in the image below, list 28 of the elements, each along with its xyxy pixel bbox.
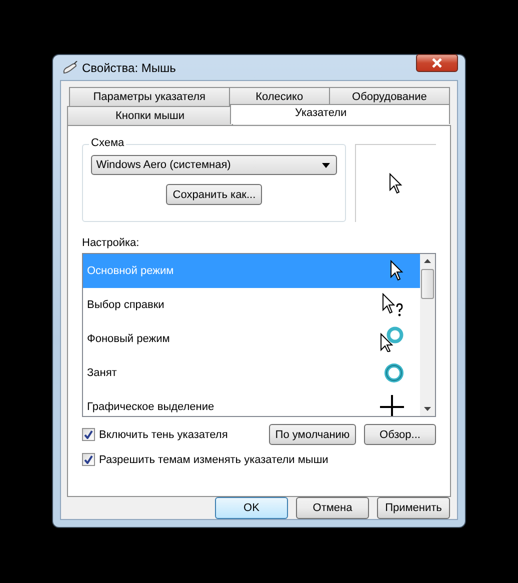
dialog-button[interactable]: Применить [377,497,450,519]
group-label: Схема [89,137,126,149]
themes-checkbox[interactable]: Разрешить темам изменять указатели мыши [82,453,436,466]
close-button[interactable] [416,54,458,72]
list-button[interactable]: Обзор... [364,424,436,445]
window-title: Свойства: Мышь [82,60,177,74]
scroll-up-icon[interactable] [424,259,431,263]
list-item[interactable]: Графическое выделение [83,390,420,416]
checkbox[interactable] [82,453,95,466]
settings-label: Настройка: [82,237,140,249]
scroll-down-icon[interactable] [424,407,431,411]
list-item[interactable]: Занят [83,356,420,390]
tab[interactable]: Кнопки мыши [67,106,233,125]
tab[interactable]: Указатели [230,104,450,124]
scheme-dropdown[interactable]: Windows Aero (системная) [91,155,338,175]
checkbox[interactable] [82,428,95,441]
list-item[interactable]: Фоновый режим [83,322,420,356]
scrollbar[interactable] [420,254,435,416]
list-button[interactable]: По умолчанию [269,424,356,445]
dialog-button[interactable]: Отмена [296,497,369,519]
dropdown-arrow-icon [322,162,330,168]
save-as-button[interactable]: Сохранить как... [166,184,262,205]
dialog-button[interactable]: OK [215,497,288,519]
scroll-thumb[interactable] [421,269,434,299]
shadow-checkbox[interactable]: Включить тень указателя [82,428,228,441]
tab[interactable]: Параметры указателя [69,87,230,106]
list-item[interactable]: Выбор справки [83,288,420,322]
close-icon [431,58,443,68]
